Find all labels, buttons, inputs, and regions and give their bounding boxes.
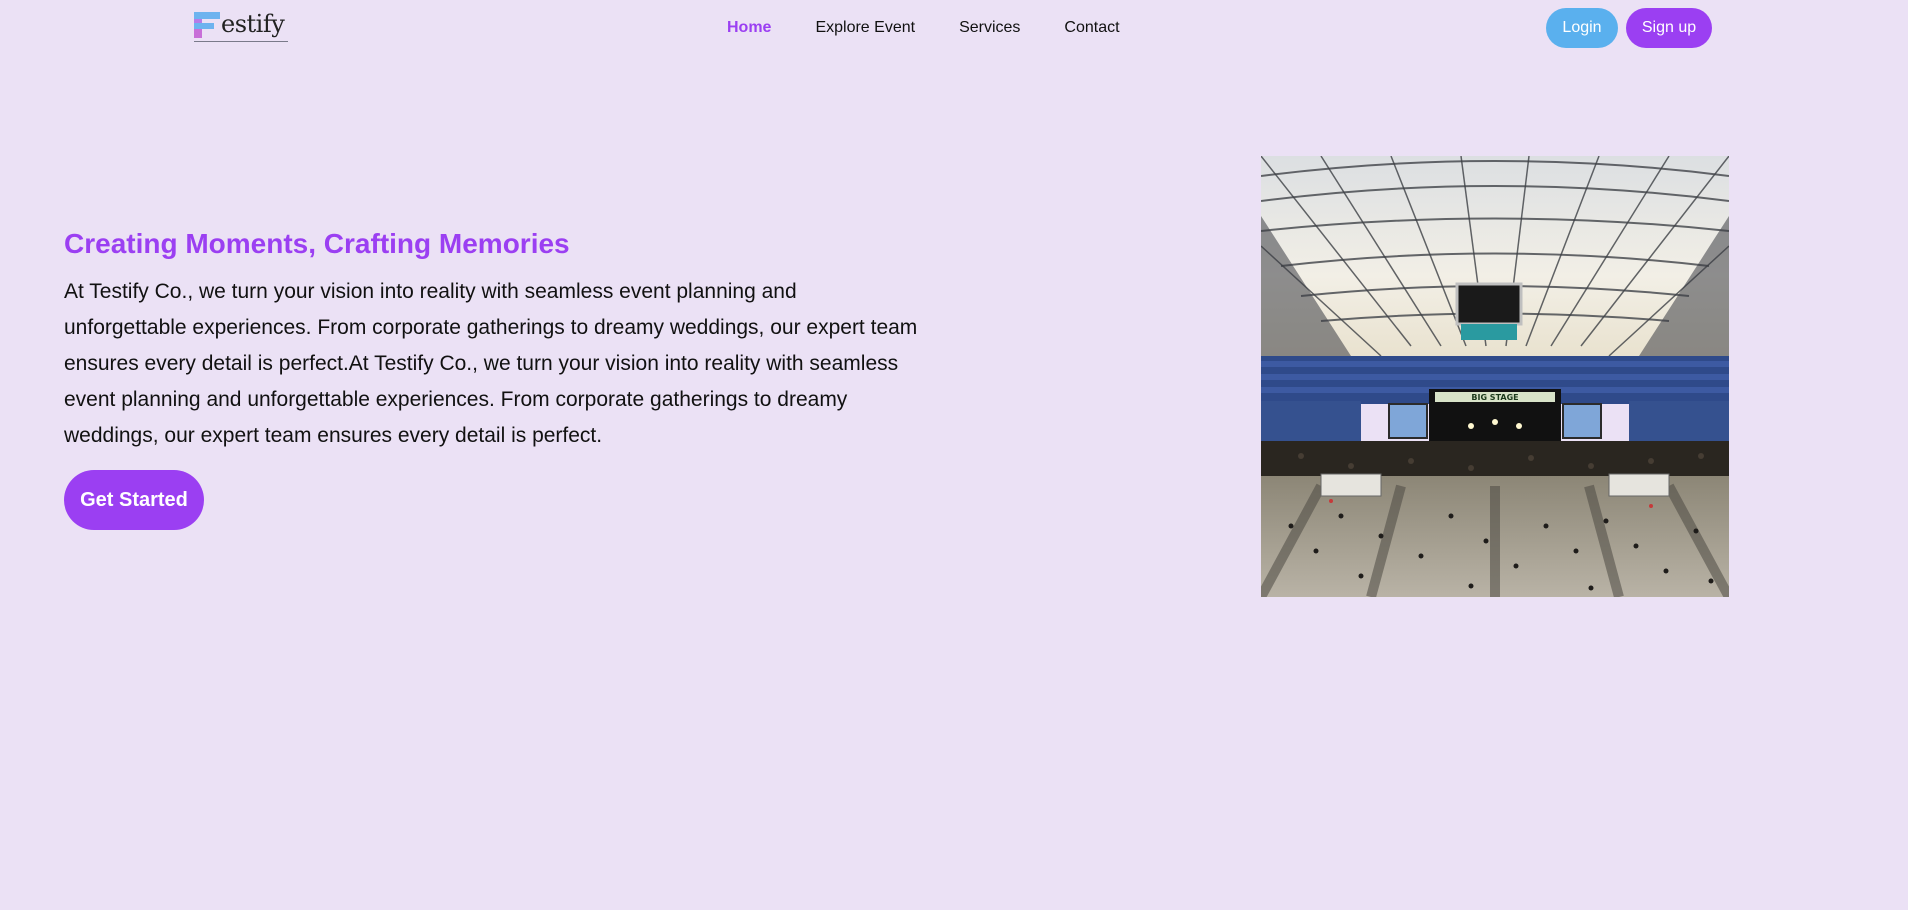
logo-underline (194, 41, 288, 42)
login-button[interactable]: Login (1546, 8, 1618, 48)
logo-mark-icon (194, 12, 220, 38)
signup-button[interactable]: Sign up (1626, 8, 1712, 48)
hero-title: Creating Moments, Crafting Memories (64, 228, 570, 259)
navbar: estify Home Explore Event Services Conta… (0, 0, 1908, 56)
nav-link-services[interactable]: Services (959, 18, 1020, 38)
brand-logo[interactable]: estify (194, 10, 290, 44)
nav-link-explore-event[interactable]: Explore Event (815, 18, 915, 38)
nav-link-home[interactable]: Home (727, 18, 771, 38)
get-started-button[interactable]: Get Started (64, 470, 204, 530)
nav-links: Home Explore Event Services Contact (727, 18, 1164, 38)
hero-description: At Testify Co., we turn your vision into… (64, 280, 918, 447)
hero-stadium-image: BIG STAGE (1261, 156, 1729, 597)
brand-name: estify (221, 10, 285, 38)
nav-link-contact[interactable]: Contact (1064, 18, 1119, 38)
stage-sign-text: BIG STAGE (1471, 393, 1518, 402)
